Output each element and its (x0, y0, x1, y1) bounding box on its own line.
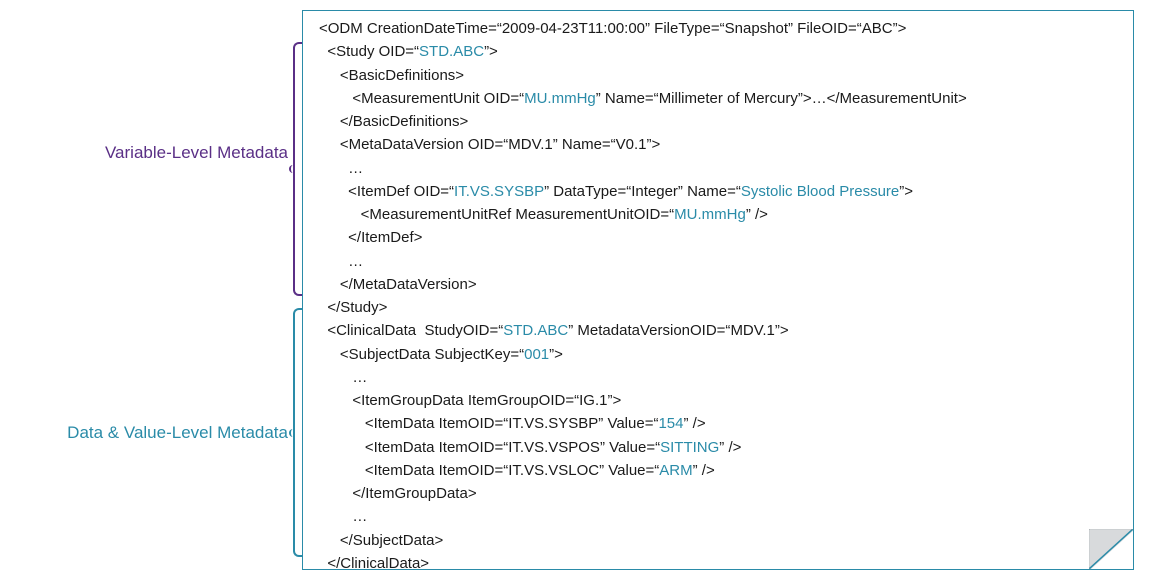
label-data-value-level-metadata: Data & Value-Level Metadata (67, 420, 288, 446)
item2-oid: IT.VS.VSLOC (508, 462, 599, 479)
odm-creationdatetime: 2009-04-23T11:00:00 (502, 20, 645, 37)
item1-value: SITTING (660, 439, 719, 456)
xml-panel: <ODM CreationDateTime=“2009-04-23T11:00:… (302, 10, 1134, 570)
cd-studyoid: STD.ABC (503, 322, 568, 339)
subject-key: 001 (524, 346, 549, 363)
mu-oid: MU.mmHg (524, 90, 596, 107)
item1-oid: IT.VS.VSPOS (508, 439, 600, 456)
itemdef-datatype: Integer (631, 183, 678, 200)
page-corner-outline (1089, 529, 1133, 569)
item2-value: ARM (659, 462, 692, 479)
itemdef-oid: IT.VS.SYSBP (454, 183, 544, 200)
muref-oid: MU.mmHg (674, 206, 746, 223)
label-variable-level-metadata: Variable-Level Metadata (105, 140, 288, 166)
odm-fileoid: ABC (862, 20, 893, 37)
itemgroup-oid: IG.1 (579, 392, 607, 409)
itemdef-name: Systolic Blood Pressure (741, 183, 899, 200)
cd-mdvoid: MDV.1 (730, 322, 774, 339)
page: Variable-Level Metadata Data & Value-Lev… (0, 0, 1153, 578)
xml-code: <ODM CreationDateTime=“2009-04-23T11:00:… (319, 17, 1121, 570)
odm-filetype: Snapshot (725, 20, 788, 37)
mdv-oid: MDV.1 (508, 136, 552, 153)
item0-value: 154 (658, 415, 683, 432)
item0-oid: IT.VS.SYSBP (508, 415, 598, 432)
study-oid: STD.ABC (419, 43, 484, 60)
mu-name: Millimeter of Mercury (659, 90, 798, 107)
mdv-name: V0.1 (616, 136, 647, 153)
side-labels: Variable-Level Metadata Data & Value-Lev… (0, 0, 288, 578)
